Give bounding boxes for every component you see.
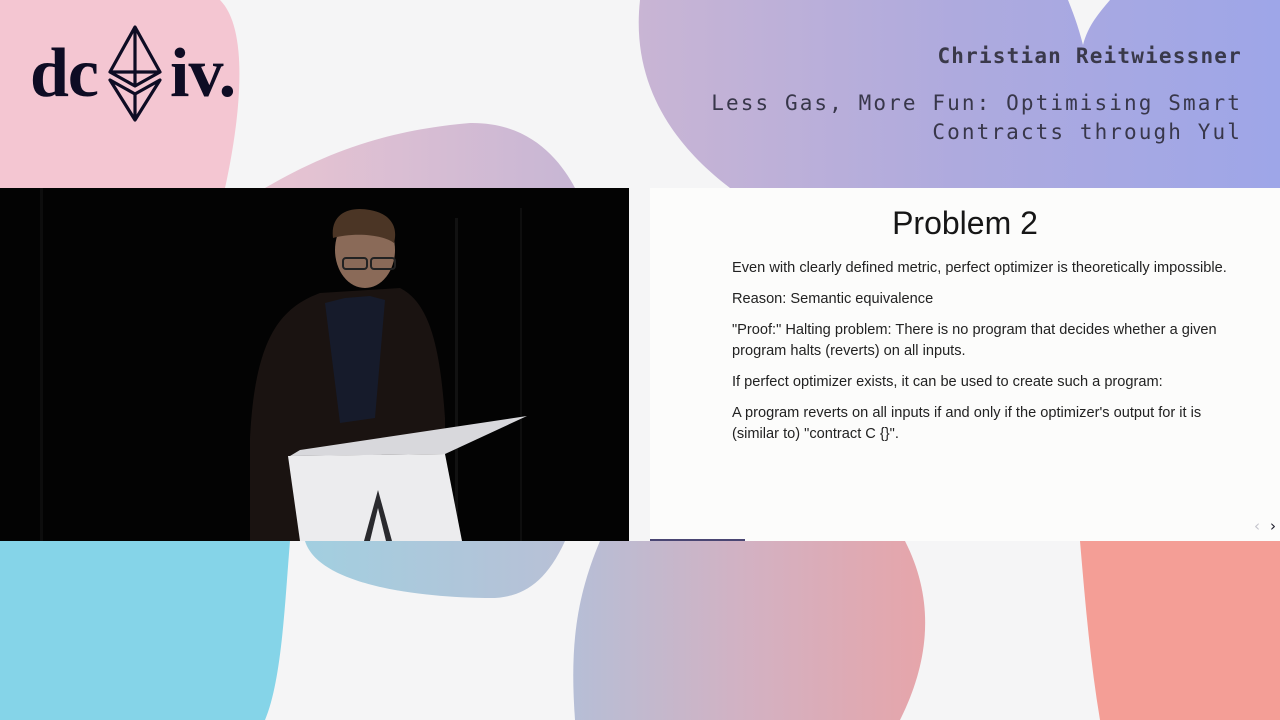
speaker-name: Christian Reitwiessner (937, 44, 1242, 68)
slide-paragraph: A program reverts on all inputs if and o… (732, 405, 1202, 442)
blob-gradient (573, 541, 926, 720)
chevron-right-icon[interactable]: › (1270, 517, 1276, 535)
talk-header: Christian Reitwiessner Less Gas, More Fu… (682, 42, 1242, 147)
talk-title: Less Gas, More Fun: Optimising Smart Con… (711, 91, 1242, 144)
ethereum-diamond-icon (108, 25, 162, 122)
slide-paragraph: If perfect optimizer exists, it can be u… (732, 374, 1163, 390)
slide-progress-bar (650, 539, 745, 541)
blob-teal (305, 541, 565, 598)
chevron-left-icon[interactable]: ‹ (1254, 517, 1260, 535)
speaker-video-frame (0, 188, 629, 541)
slide-paragraph: "Proof:" Halting problem: There is no pr… (732, 322, 1217, 359)
slide-paragraph: Even with clearly defined metric, perfec… (732, 260, 1227, 276)
logo-text-right: iv. (170, 35, 236, 112)
slide-body: Even with clearly defined metric, perfec… (732, 258, 1232, 455)
blob-coral (1080, 541, 1280, 720)
logo-text-left: dc (30, 35, 99, 112)
speaker-video[interactable] (0, 188, 629, 541)
blob-cyan (0, 541, 290, 720)
slide-title: Problem 2 (892, 205, 1038, 241)
conference-logo: dc iv. (30, 22, 236, 126)
blob-mauve (265, 122, 575, 188)
slide-paragraph: Reason: Semantic equivalence (732, 291, 934, 307)
slide-navigation: ‹ › (1254, 517, 1276, 535)
presentation-slide: Problem 2 Even with clearly defined metr… (650, 188, 1280, 541)
